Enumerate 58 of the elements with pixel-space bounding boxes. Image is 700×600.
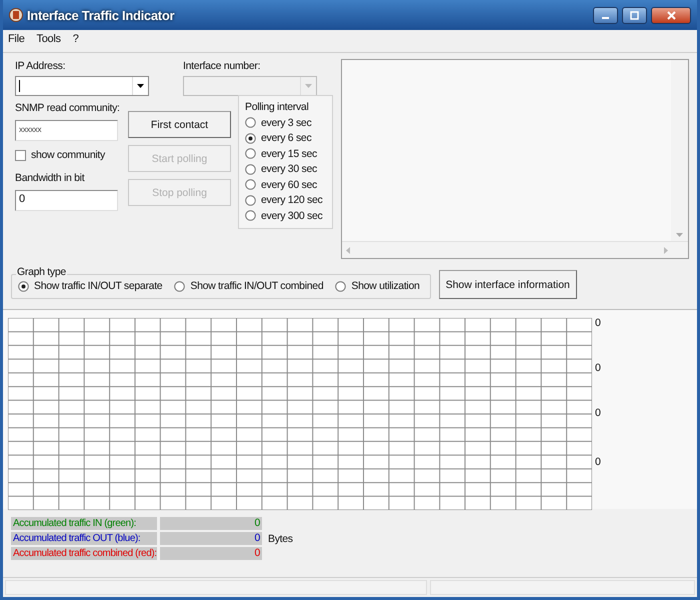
- radio-label: Show utilization: [351, 280, 420, 292]
- ip-address-combo[interactable]: [15, 76, 149, 96]
- total-label: Accumulated traffic OUT (blue):: [11, 532, 157, 545]
- checkbox-label: show community: [31, 149, 105, 161]
- field-label: IP Address:: [15, 59, 66, 74]
- checkbox[interactable]: [15, 150, 26, 160]
- field-label: SNMP read community:: [15, 101, 118, 116]
- radio-button[interactable]: [245, 132, 256, 144]
- total-label: Accumulated traffic combined (red):: [11, 547, 157, 560]
- maximize-button[interactable]: [622, 6, 647, 24]
- radio-button[interactable]: [18, 280, 29, 292]
- radio-label: every 3 sec: [261, 116, 312, 129]
- caret-icon: [137, 84, 144, 88]
- close-icon: [666, 10, 676, 20]
- menu-item[interactable]: ?: [72, 33, 79, 49]
- field-label: Interface number:: [183, 59, 262, 74]
- total-value: 0: [160, 532, 262, 545]
- maximize-icon: [630, 10, 639, 20]
- radio-button[interactable]: [245, 210, 256, 222]
- axis-label: 0: [595, 457, 602, 468]
- radio-button[interactable]: [174, 280, 186, 292]
- caret-icon: [305, 84, 312, 88]
- group-title: Graph type: [16, 266, 67, 278]
- minimize-icon: [602, 17, 609, 19]
- unit-label: Bytes: [268, 532, 293, 544]
- radio-label: every 15 sec: [261, 148, 317, 160]
- radio-button[interactable]: [245, 194, 256, 206]
- bandwidth-field[interactable]: 0: [15, 190, 118, 211]
- radio-label: every 60 sec: [261, 178, 317, 191]
- radio-label: Show traffic IN/OUT combined: [190, 280, 324, 292]
- group-title: Polling interval: [245, 100, 310, 115]
- vertical-scrollbar[interactable]: [671, 60, 688, 241]
- radio-button[interactable]: [335, 280, 346, 292]
- radio-label: every 300 sec: [261, 210, 322, 222]
- radio-label: every 30 sec: [261, 163, 317, 176]
- field-label: Bandwidth in bit: [15, 171, 86, 186]
- radio-button[interactable]: [245, 164, 256, 175]
- radio-button[interactable]: [245, 179, 256, 190]
- total-value: 0: [160, 547, 262, 560]
- menu-item[interactable]: File: [8, 33, 25, 49]
- radio-button[interactable]: [245, 117, 256, 128]
- minimize-button[interactable]: [593, 6, 618, 24]
- total-value: 0: [160, 517, 262, 530]
- app-icon: [9, 7, 23, 23]
- axis-label: 0: [595, 363, 602, 374]
- radio-label: every 6 sec: [261, 132, 312, 144]
- radio-label: every 120 sec: [261, 194, 322, 206]
- community-field[interactable]: xxxxxx: [15, 120, 118, 141]
- radio-label: Show traffic IN/OUT separate: [34, 280, 162, 292]
- close-button[interactable]: [651, 6, 691, 24]
- action-button[interactable]: First contact: [128, 111, 231, 138]
- info-button[interactable]: Show interface information: [438, 270, 577, 299]
- window-title: Interface Traffic Indicator: [27, 8, 176, 22]
- axis-label: 0: [595, 408, 602, 419]
- total-label: Accumulated traffic IN (green):: [11, 517, 157, 530]
- radio-button[interactable]: [245, 148, 256, 160]
- menu-item[interactable]: Tools: [36, 33, 61, 49]
- axis-label: 0: [595, 318, 602, 329]
